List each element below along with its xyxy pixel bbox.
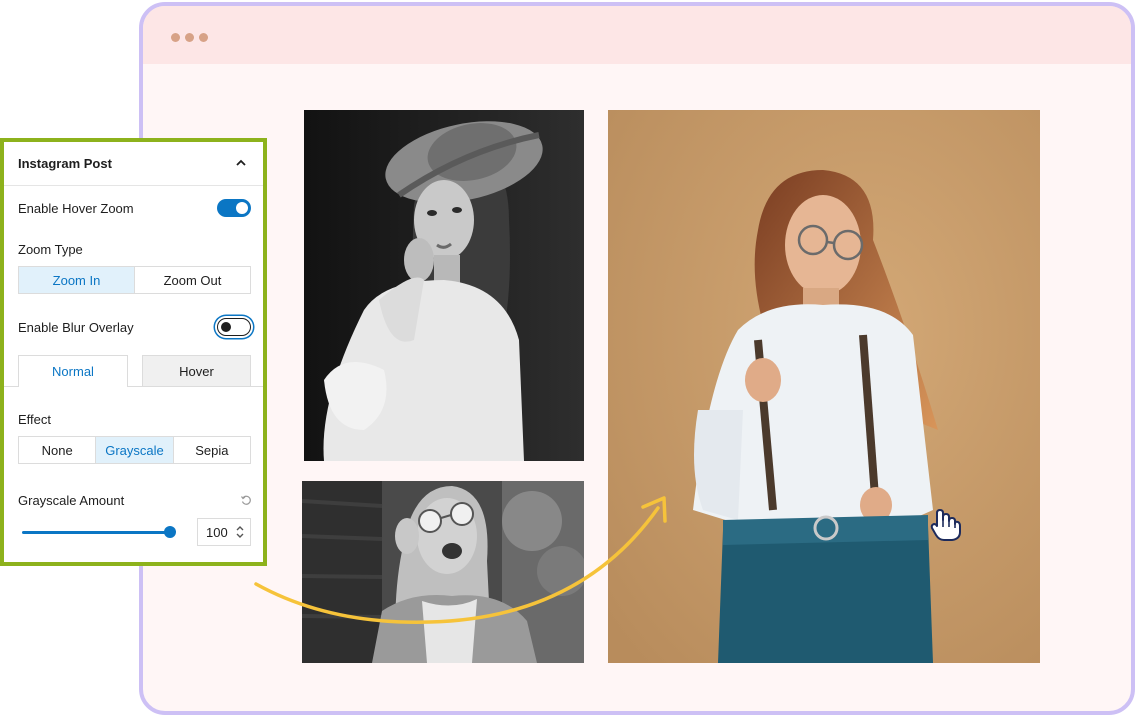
panel-title: Instagram Post (18, 156, 112, 171)
effect-label: Effect (18, 412, 52, 427)
tab-hover[interactable]: Hover (142, 355, 251, 387)
photo-woman-glasses[interactable] (608, 110, 1040, 663)
chevron-up-icon[interactable] (234, 156, 248, 170)
blur-overlay-toggle[interactable] (217, 318, 251, 336)
window-dot-icon (199, 33, 208, 42)
zoom-type-label: Zoom Type (18, 242, 83, 257)
tab-normal[interactable]: Normal (18, 355, 128, 387)
divider (128, 386, 263, 387)
toggle-knob (221, 321, 231, 332)
divider (4, 386, 18, 387)
grayscale-slider-thumb[interactable] (164, 526, 176, 538)
hand-cursor-icon (930, 509, 961, 541)
window-dot-icon (171, 33, 180, 42)
photo-woman-hat[interactable] (304, 110, 584, 461)
window-dot-icon (185, 33, 194, 42)
zoom-out-option[interactable]: Zoom Out (134, 267, 250, 293)
reset-icon[interactable] (240, 494, 252, 506)
settings-panel: Instagram Post Enable Hover Zoom Zoom Ty… (0, 138, 267, 566)
state-tabs: Normal Hover (4, 355, 263, 387)
grayscale-amount-label: Grayscale Amount (18, 493, 125, 508)
grayscale-amount-input[interactable]: 100 (197, 518, 251, 546)
grayscale-amount-value: 100 (206, 525, 228, 540)
grayscale-slider-track[interactable] (22, 531, 172, 534)
browser-title-bar (143, 6, 1131, 64)
effect-sepia-option[interactable]: Sepia (172, 437, 250, 463)
effect-grayscale-option[interactable]: Grayscale (95, 437, 173, 463)
divider (4, 185, 263, 186)
photo-laughing-woman[interactable] (302, 481, 584, 663)
zoom-type-control: Zoom In Zoom Out (18, 266, 251, 294)
toggle-knob (236, 202, 248, 214)
panel-header[interactable]: Instagram Post (18, 156, 248, 174)
stepper-icon[interactable] (235, 525, 245, 539)
hover-zoom-label: Enable Hover Zoom (18, 201, 134, 216)
effect-none-option[interactable]: None (19, 437, 95, 463)
hover-zoom-toggle[interactable] (217, 199, 251, 217)
zoom-in-option[interactable]: Zoom In (19, 267, 134, 293)
blur-overlay-label: Enable Blur Overlay (18, 320, 134, 335)
effect-control: None Grayscale Sepia (18, 436, 251, 464)
